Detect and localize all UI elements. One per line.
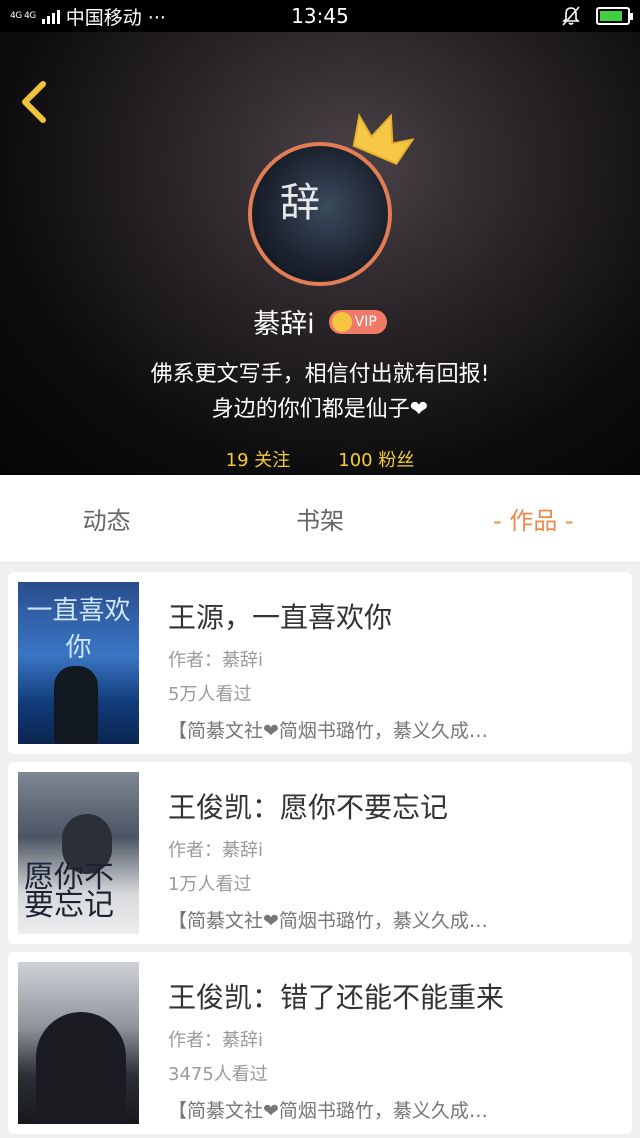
work-tags: 【简綦文社❤简烟书璐竹，綦义久成… xyxy=(168,720,488,742)
cover-title: 愿你不要忘记 xyxy=(24,860,114,923)
crown-icon xyxy=(352,113,414,165)
battery-icon xyxy=(596,7,633,25)
network-type: 4G 4G xyxy=(10,10,36,21)
profile-tabs: 动态 书架 - 作品 - xyxy=(0,475,640,563)
user-bio: 佛系更文写手，相信付出就有回报! 身边的你们都是仙子❤ xyxy=(0,357,640,427)
vip-coin-icon xyxy=(331,311,352,332)
carrier-name: 中国移动 ··· xyxy=(65,6,166,29)
work-views: 5万人看过 xyxy=(168,684,252,705)
cover-title: 一直喜欢你 xyxy=(26,596,131,663)
status-right xyxy=(560,5,633,27)
work-tags: 【简綦文社❤简烟书璐竹，綦义久成… xyxy=(168,1100,488,1122)
vip-badge: VIP xyxy=(328,309,387,334)
cover-figure xyxy=(54,666,98,744)
status-bar: 4G 4G 中国移动 ··· 13:45 xyxy=(0,0,640,32)
back-button[interactable] xyxy=(14,78,54,128)
work-card[interactable]: 王俊凯：错了还能不能重来 作者：綦辞i 3475人看过 【简綦文社❤简烟书璐竹，… xyxy=(8,952,632,1134)
work-card[interactable]: 一直喜欢你 王源，一直喜欢你 作者：綦辞i 5万人看过 【简綦文社❤简烟书璐竹，… xyxy=(8,572,632,754)
work-title[interactable]: 王俊凯：愿你不要忘记 xyxy=(168,786,448,826)
following-count[interactable]: 19 关注 xyxy=(226,446,291,472)
work-author: 作者：綦辞i xyxy=(168,650,264,671)
profile-header: 辞 綦辞i VIP 佛系更文写手，相信付出就有回报! 身边的你们都是仙子❤ 19… xyxy=(0,32,640,475)
user-name: 綦辞i xyxy=(253,309,315,340)
work-title[interactable]: 王源，一直喜欢你 xyxy=(168,596,392,636)
vip-label: VIP xyxy=(354,313,377,330)
book-cover[interactable]: 一直喜欢你 xyxy=(18,582,139,744)
work-author: 作者：綦辞i xyxy=(168,1030,264,1051)
book-cover[interactable] xyxy=(18,962,139,1124)
work-title[interactable]: 王俊凯：错了还能不能重来 xyxy=(168,976,504,1016)
followers-count[interactable]: 100 粉丝 xyxy=(338,446,414,472)
tab-activity[interactable]: 动态 xyxy=(0,501,213,536)
avatar-container: 辞 xyxy=(248,113,414,286)
work-card[interactable]: 愿你不要忘记 王俊凯：愿你不要忘记 作者：綦辞i 1万人看过 【简綦文社❤简烟书… xyxy=(8,762,632,944)
user-stats: 19 关注 100 粉丝 xyxy=(0,446,640,472)
work-tags: 【简綦文社❤简烟书璐竹，綦义久成… xyxy=(168,910,488,932)
bio-line: 身边的你们都是仙子❤ xyxy=(211,397,429,422)
notification-muted-icon xyxy=(562,6,580,26)
signal-icon xyxy=(41,8,60,24)
cover-figure xyxy=(36,1012,126,1124)
name-row: 綦辞i VIP xyxy=(0,302,640,341)
tab-bookshelf[interactable]: 书架 xyxy=(213,501,426,536)
work-author: 作者：綦辞i xyxy=(168,840,264,861)
chevron-left-icon xyxy=(22,81,46,123)
status-left: 4G 4G 中国移动 ··· xyxy=(10,3,560,30)
work-views: 1万人看过 xyxy=(168,874,252,895)
book-cover[interactable]: 愿你不要忘记 xyxy=(18,772,139,934)
bio-line: 佛系更文写手，相信付出就有回报! xyxy=(150,362,490,387)
avatar-text: 辞 xyxy=(280,180,320,226)
work-views: 3475人看过 xyxy=(168,1064,268,1085)
tab-works[interactable]: - 作品 - xyxy=(427,501,640,536)
battery-level xyxy=(600,11,623,21)
